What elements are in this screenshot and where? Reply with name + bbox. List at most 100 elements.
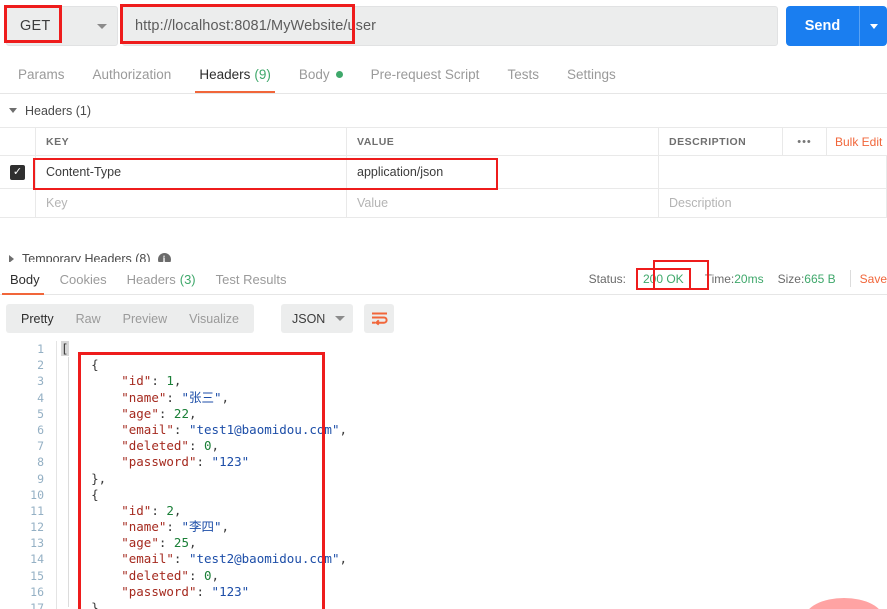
response-body-code[interactable]: 1 2 3 4 5 6 7 8 9 10 11 12 13 14 15 16 17 [ { "id": 1, "… — [0, 341, 887, 609]
http-method-label: GET — [20, 18, 51, 34]
chevron-down-icon — [869, 23, 878, 29]
save-response-button[interactable]: Save — [860, 272, 887, 286]
code-token: 25 — [173, 535, 189, 551]
new-header-value-input[interactable]: Value — [347, 189, 659, 217]
new-header-description-input[interactable]: Description — [659, 189, 887, 217]
headers-section-toggle[interactable]: Headers (1) — [0, 94, 887, 127]
time-label: Time: — [704, 271, 735, 286]
code-lines: [ { "id": 1, "name": "张三", "age": 22, "e… — [57, 341, 887, 609]
code-token: , — [211, 567, 220, 583]
code-token: "name" — [121, 519, 167, 535]
tab-count: (9) — [254, 67, 271, 82]
request-tab-headers[interactable]: Headers (9) — [185, 56, 285, 93]
column-header-value: VALUE — [347, 128, 659, 155]
http-method-select[interactable]: GET — [6, 6, 118, 46]
response-tabs: Body Cookies Headers (3) Test Results — [0, 262, 296, 295]
send-button[interactable]: Send — [786, 6, 859, 46]
status-value: 200 OK — [642, 271, 684, 286]
code-line: "password": "123" — [57, 454, 887, 470]
code-line: { — [57, 487, 887, 503]
response-tab-headers[interactable]: Headers (3) — [117, 263, 206, 295]
code-token: , — [173, 373, 182, 389]
tab-label: Pre-request Script — [370, 67, 480, 82]
code-line: "id": 2, — [57, 503, 887, 519]
code-line: "email": "test1@baomidou.com", — [57, 422, 887, 438]
line-number: 14 — [30, 552, 44, 567]
body-view-preview[interactable]: Preview — [112, 304, 178, 333]
postman-window: GET http://localhost:8081/MyWebsite/user… — [0, 0, 887, 609]
line-number: 12 — [30, 520, 44, 535]
chevron-down-icon — [9, 108, 17, 113]
response-tab-body[interactable]: Body — [0, 263, 50, 295]
code-token: : — [158, 535, 174, 551]
body-view-visualize[interactable]: Visualize — [178, 304, 250, 333]
bulk-edit-button[interactable]: Bulk Edit — [827, 128, 887, 155]
url-input[interactable]: http://localhost:8081/MyWebsite/user — [122, 6, 778, 46]
request-tab-authorization[interactable]: Authorization — [79, 56, 186, 93]
code-line: "name": "李四", — [57, 519, 887, 535]
tab-label: Headers — [199, 67, 251, 82]
code-token: 0 — [204, 438, 212, 454]
tab-label: Settings — [566, 67, 616, 82]
code-token: : — [166, 519, 182, 535]
status-label: Status: — [588, 271, 626, 286]
headers-table: KEY VALUE DESCRIPTION ••• Bulk Edit ✓ Co… — [0, 127, 887, 218]
response-tab-test-results[interactable]: Test Results — [206, 263, 297, 295]
header-description-input[interactable] — [659, 156, 887, 188]
header-key-input[interactable]: Content-Type — [36, 156, 347, 188]
line-number: 16 — [30, 584, 44, 599]
code-line: } — [57, 600, 887, 609]
line-number: 2 — [37, 358, 44, 373]
divider — [849, 270, 851, 287]
line-number: 5 — [37, 406, 44, 421]
row-checkbox-cell — [0, 189, 36, 217]
code-token: "email" — [121, 551, 174, 567]
tab-label: Authorization — [92, 67, 172, 82]
body-view-pretty[interactable]: Pretty — [10, 304, 65, 333]
line-number: 13 — [30, 536, 44, 551]
more-options-icon[interactable]: ••• — [783, 128, 827, 155]
request-tab-tests[interactable]: Tests — [493, 56, 553, 93]
request-tab-settings[interactable]: Settings — [553, 56, 630, 93]
code-token: "deleted" — [121, 438, 189, 454]
body-format-select[interactable]: JSON — [281, 304, 353, 333]
line-number: 8 — [37, 455, 44, 470]
response-tab-cookies[interactable]: Cookies — [50, 263, 117, 295]
line-number: 3 — [37, 374, 44, 389]
line-number: 7 — [37, 439, 44, 454]
code-token: : — [151, 502, 167, 518]
line-number: 4 — [37, 390, 44, 405]
row-checkbox[interactable]: ✓ — [10, 164, 25, 180]
modified-dot-icon — [335, 71, 343, 78]
code-token: , — [221, 389, 230, 405]
line-number: 10 — [30, 487, 44, 502]
line-number: 17 — [30, 601, 44, 609]
new-header-key-input[interactable]: Key — [36, 189, 347, 217]
select-all-cell — [0, 128, 36, 155]
request-tab-pre-request-script[interactable]: Pre-request Script — [357, 56, 494, 93]
send-options-button[interactable] — [859, 6, 887, 46]
code-token: , — [221, 519, 230, 535]
code-token: , — [211, 438, 220, 454]
request-tab-body[interactable]: Body — [285, 56, 357, 93]
word-wrap-button[interactable] — [364, 304, 394, 333]
header-value-input[interactable]: application/json — [347, 156, 659, 188]
request-tab-params[interactable]: Params — [4, 56, 79, 93]
column-header-key: KEY — [36, 128, 347, 155]
body-format-label: JSON — [292, 311, 326, 326]
code-token: 22 — [173, 405, 189, 421]
body-view-raw[interactable]: Raw — [65, 304, 112, 333]
row-checkbox-cell: ✓ — [0, 156, 36, 188]
code-token: , — [339, 421, 348, 437]
request-tabs: Params Authorization Headers (9) Body Pre-req… — [0, 56, 887, 94]
headers-section-title: Headers (1) — [25, 103, 91, 118]
code-token: : — [166, 389, 182, 405]
code-line: "id": 1, — [57, 373, 887, 389]
code-token: "test2@baomidou.com" — [188, 551, 340, 567]
